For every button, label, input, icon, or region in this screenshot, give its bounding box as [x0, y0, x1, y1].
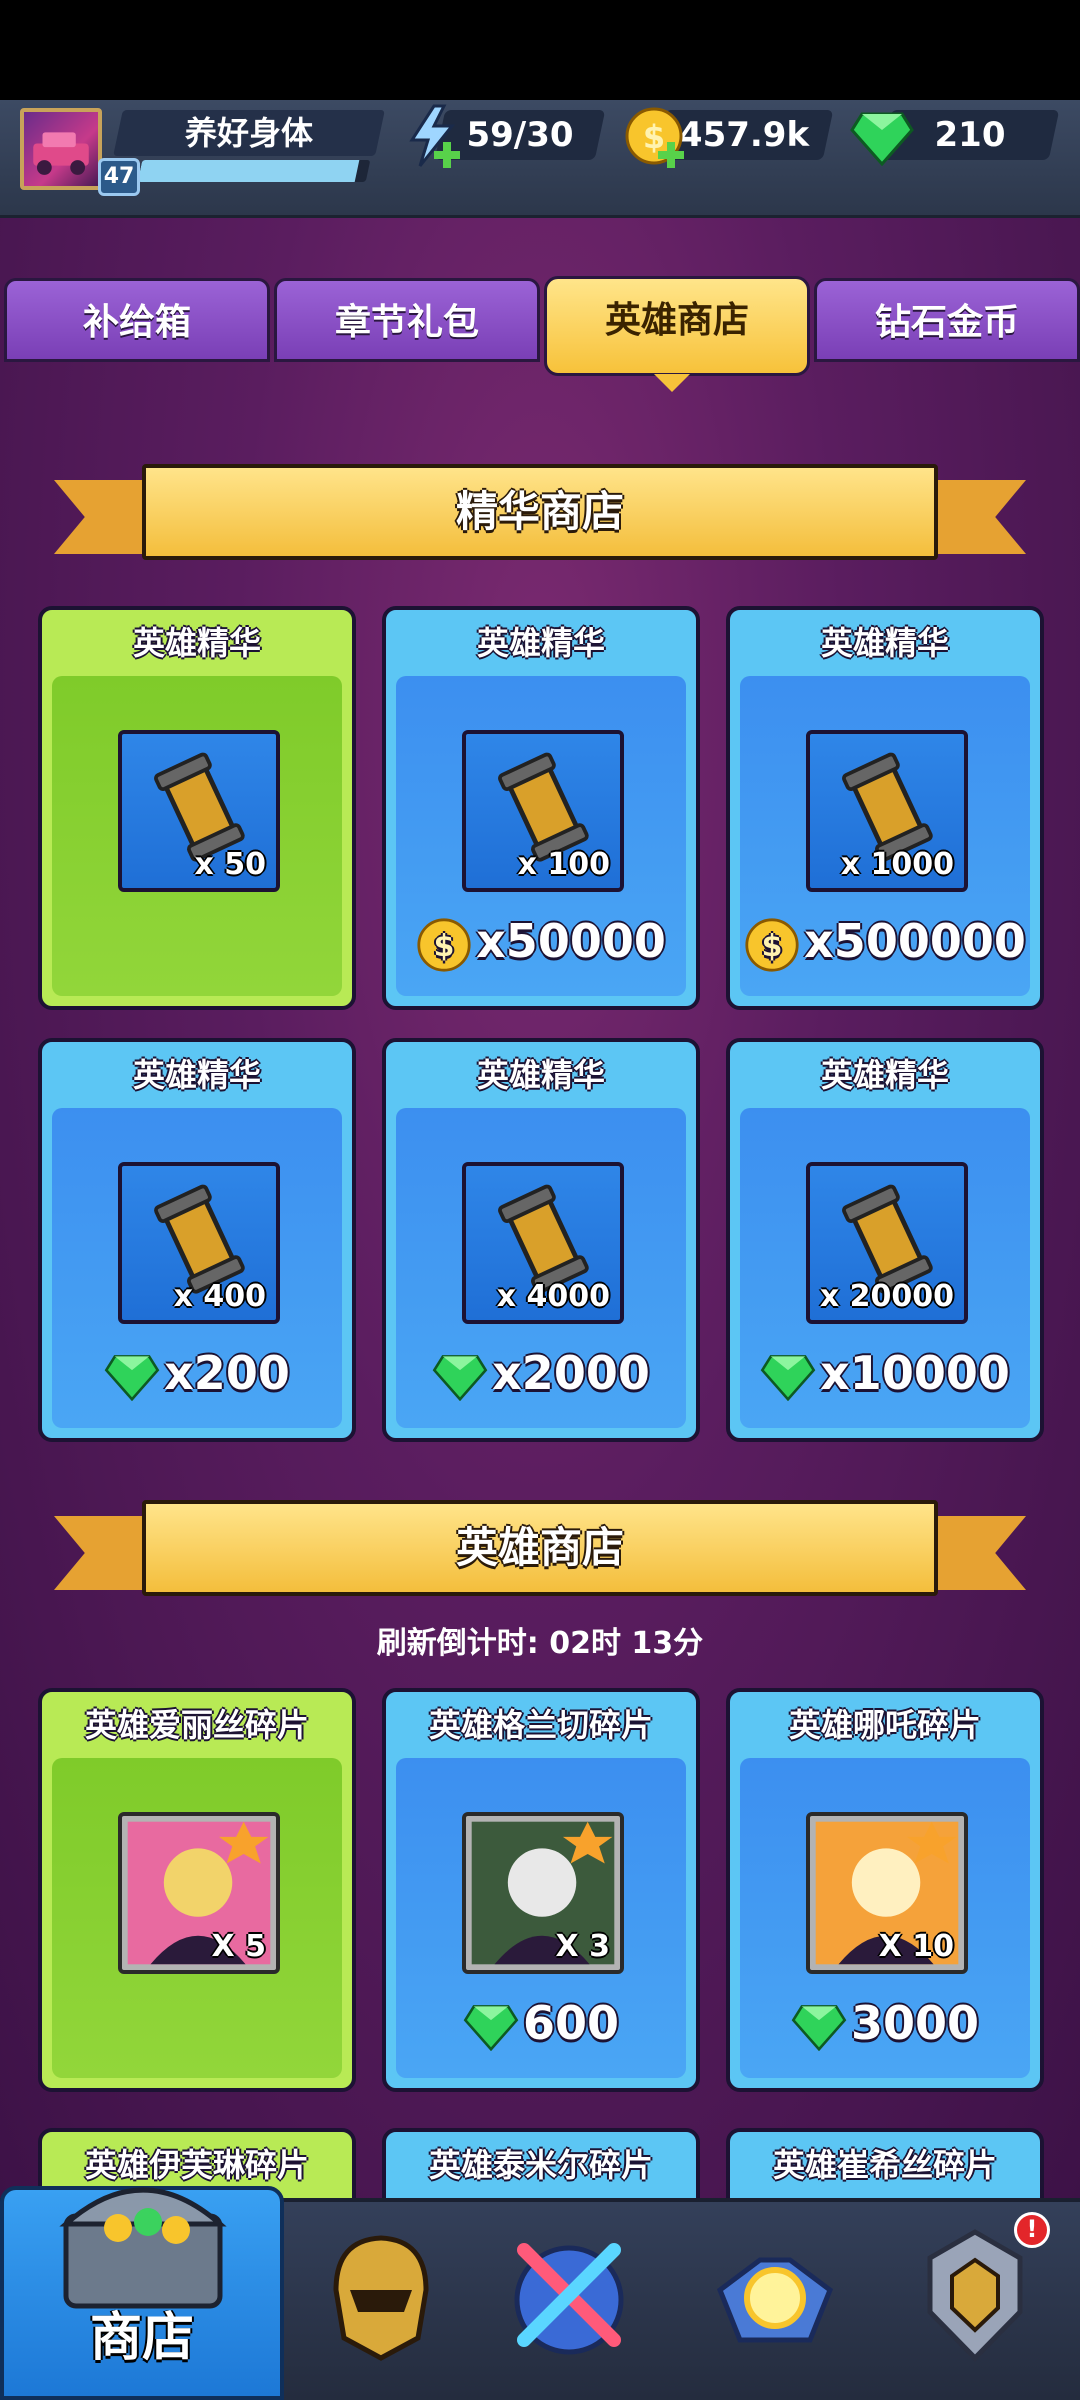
essence-shop-title: 精华商店 [142, 464, 938, 560]
refresh-countdown: 刷新倒计时: 02时 13分 [376, 1626, 704, 1661]
gem-icon [432, 1354, 488, 1401]
item-quantity: x 20000 [819, 1279, 954, 1314]
price-button[interactable]: 600 [386, 1996, 696, 2051]
treasure-chest-icon [59, 2187, 227, 2309]
price-button[interactable]: $ x50000 [386, 914, 696, 973]
coin-icon: $ [745, 917, 799, 972]
item-icon-box: X 5 [118, 1812, 280, 1974]
price-value: 600 [522, 1996, 620, 2050]
item-icon-box: x 20000 [806, 1162, 968, 1324]
item-quantity: X 3 [555, 1929, 610, 1964]
rank-alert-badge: ! [1014, 2212, 1050, 2248]
nav-shop-label: 商店 [89, 2308, 194, 2368]
active-tab-pointer [654, 374, 690, 392]
level-badge: 47 [98, 158, 140, 196]
price-value: 3000 [850, 1996, 980, 2050]
gem-icon [463, 2004, 519, 2051]
item-quantity: x 50 [194, 847, 266, 882]
card-title: 英雄精华 [132, 624, 261, 662]
card-title: 英雄崔希丝碎片 [772, 2146, 997, 2184]
nav-summon-button[interactable] [700, 2220, 850, 2370]
item-quantity: X 10 [878, 1929, 954, 1964]
essence-card[interactable]: 英雄精华 x 100 $ x50000 [382, 606, 700, 1010]
item-quantity: x 100 [517, 847, 610, 882]
player-name-plate: 养好身体 [113, 110, 385, 156]
player-name: 养好身体 [184, 114, 313, 152]
essence-card[interactable]: 英雄精华 x 1000 $ x500000 [726, 606, 1044, 1010]
essence-shop-banner: 精华商店 [54, 456, 1026, 574]
nav-battle-button[interactable] [494, 2220, 644, 2370]
item-quantity: x 1000 [840, 847, 954, 882]
energy-value: 59/30 [466, 115, 574, 155]
nav-shop-button[interactable]: 商店 [0, 2186, 284, 2400]
card-title: 英雄格兰切碎片 [428, 1706, 653, 1744]
essence-card[interactable]: 英雄精华 x 50 [38, 606, 356, 1010]
coin-icon: $ [417, 917, 471, 972]
gem-icon [760, 1354, 816, 1401]
card-title: 英雄精华 [476, 624, 605, 662]
price-value: x10000 [820, 1346, 1010, 1400]
hero-shard-card[interactable]: 英雄哪吒碎片 X 10 3000 [726, 1688, 1044, 2092]
essence-card[interactable]: 英雄精华 x 4000 x2000 [382, 1038, 700, 1442]
price-button[interactable]: x10000 [730, 1346, 1040, 1401]
hero-shop-title: 英雄商店 [142, 1500, 938, 1596]
svg-text:$: $ [434, 929, 455, 964]
hero-shard-card[interactable]: 英雄格兰切碎片 X 3 600 [382, 1688, 700, 2092]
card-title: 英雄泰米尔碎片 [428, 2146, 653, 2184]
price-value: x500000 [804, 914, 1026, 968]
status-bar [0, 0, 1080, 100]
price-button[interactable]: 3000 [730, 1996, 1040, 2051]
item-quantity: X 5 [211, 1929, 266, 1964]
tab-chapter-pack[interactable]: 章节礼包 [274, 278, 540, 362]
xp-bar [137, 160, 371, 182]
avatar-vehicle-icon [33, 132, 89, 175]
card-title: 英雄精华 [132, 1056, 261, 1094]
tab-hero-shop[interactable]: 英雄商店 [544, 276, 810, 376]
card-title: 英雄爱丽丝碎片 [84, 1706, 309, 1744]
price-value: x2000 [492, 1346, 650, 1400]
xp-bar-fill [137, 160, 359, 182]
price-button[interactable]: x200 [42, 1346, 352, 1401]
glowing-orb-icon [716, 2257, 834, 2343]
price-button[interactable]: $ x500000 [730, 914, 1040, 973]
add-coin-icon[interactable] [656, 140, 686, 170]
tab-diamond-gold[interactable]: 钻石金币 [814, 278, 1080, 362]
essence-card[interactable]: 英雄精华 x 20000 x10000 [726, 1038, 1044, 1442]
tab-supply-box[interactable]: 补给箱 [4, 278, 270, 362]
crossed-swords-icon [514, 2243, 624, 2355]
item-icon-box: x 4000 [462, 1162, 624, 1324]
item-quantity: x 400 [173, 1279, 266, 1314]
hero-shard-card[interactable]: 英雄爱丽丝碎片 X 5 [38, 1688, 356, 2092]
essence-card[interactable]: 英雄精华 x 400 x200 [38, 1038, 356, 1442]
item-icon-box: x 1000 [806, 730, 968, 892]
card-title: 英雄精华 [820, 1056, 949, 1094]
item-quantity: x 4000 [496, 1279, 610, 1314]
golden-helmet-icon [333, 2235, 429, 2361]
card-title: 英雄精华 [476, 1056, 605, 1094]
gem-icon [850, 112, 914, 166]
card-title: 英雄精华 [820, 624, 949, 662]
price-button[interactable]: x2000 [386, 1346, 696, 1401]
add-energy-icon[interactable] [432, 140, 462, 170]
item-icon-box: X 10 [806, 1812, 968, 1974]
hero-shop-banner: 英雄商店 [54, 1492, 1026, 1610]
item-icon-box: x 400 [118, 1162, 280, 1324]
item-icon-box: x 50 [118, 730, 280, 892]
player-avatar[interactable] [20, 108, 102, 190]
svg-text:$: $ [762, 929, 783, 964]
gem-icon [791, 2004, 847, 2051]
gem-icon [104, 1354, 160, 1401]
item-icon-box: x 100 [462, 730, 624, 892]
card-title: 英雄哪吒碎片 [788, 1706, 981, 1744]
item-icon-box: X 3 [462, 1812, 624, 1974]
nav-heroes-button[interactable] [306, 2220, 456, 2370]
price-value: x50000 [476, 914, 666, 968]
price-value: x200 [164, 1346, 290, 1400]
